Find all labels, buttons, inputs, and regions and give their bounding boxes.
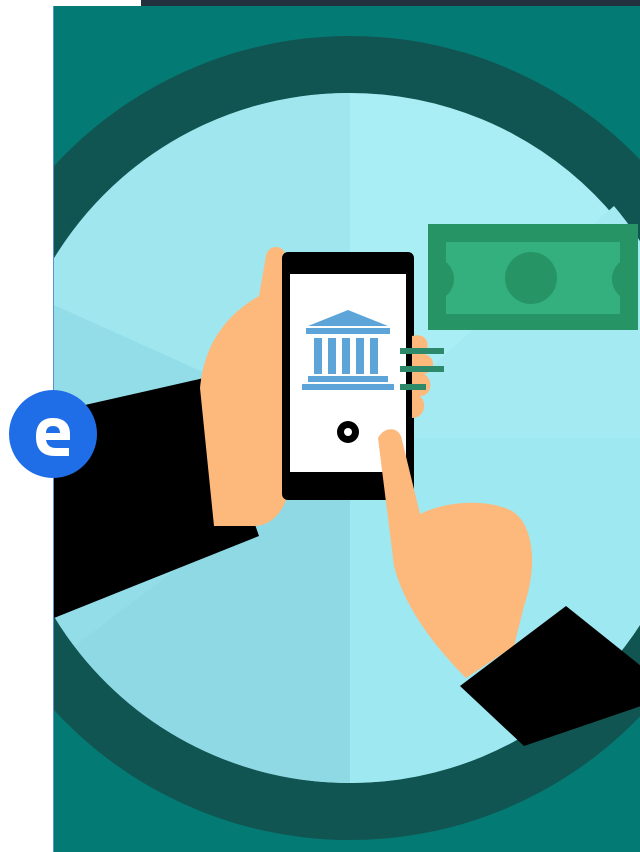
e-logo-icon bbox=[9, 390, 97, 478]
story-page bbox=[0, 0, 640, 852]
brand-badge[interactable] bbox=[9, 390, 97, 478]
story-image-frame bbox=[53, 6, 640, 852]
banknote bbox=[428, 224, 638, 330]
mobile-banking-illustration bbox=[54, 6, 640, 852]
